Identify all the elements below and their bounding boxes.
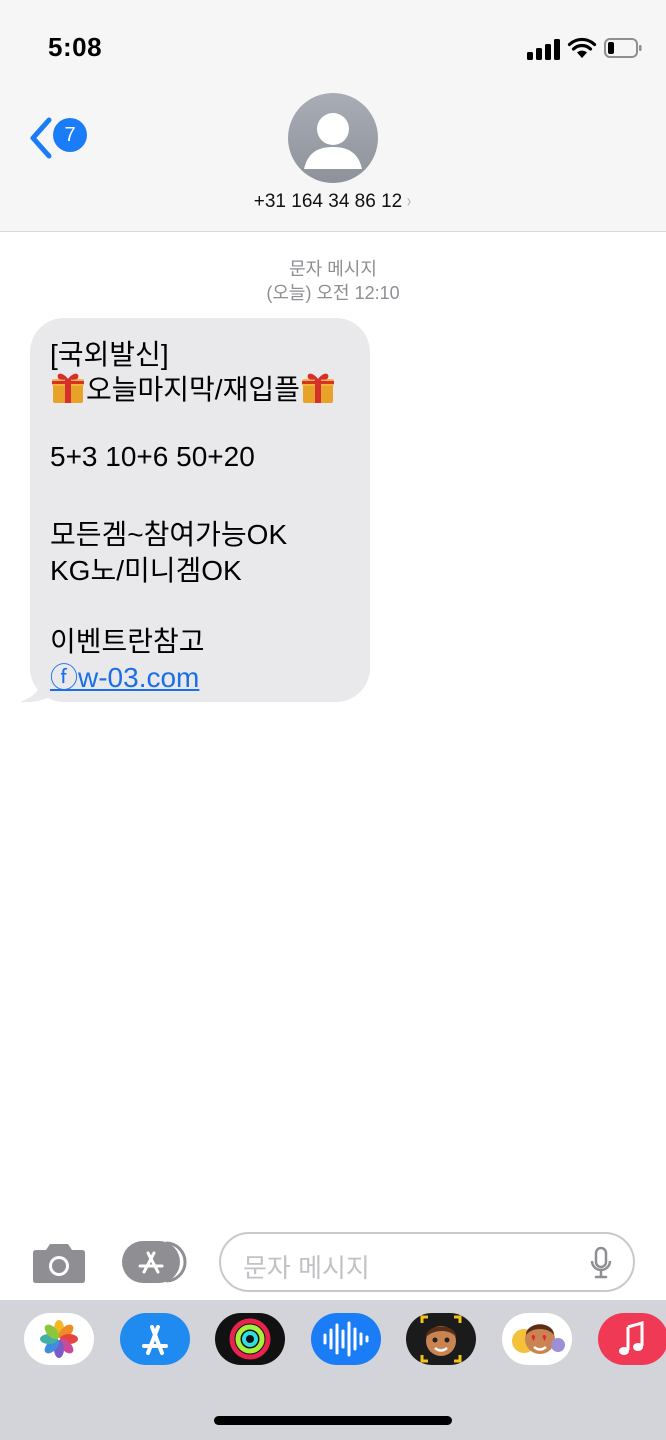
message-input[interactable]: 문자 메시지: [219, 1232, 635, 1292]
message-line: KG노/미니겜OK: [50, 555, 242, 586]
message-timestamp: (오늘) 오전 12:10: [266, 283, 400, 303]
back-button[interactable]: 7: [26, 112, 96, 164]
chevron-left-icon: [30, 117, 52, 159]
contact-avatar[interactable]: [288, 93, 378, 183]
unread-count-badge: 7: [53, 118, 87, 152]
gift-emoji-icon: [301, 373, 334, 403]
message-kind-label: 문자 메시지: [289, 259, 377, 279]
message-line: 5+3 10+6 50+20: [50, 441, 255, 472]
message-line-text: 오늘마지막/재입플: [86, 374, 300, 405]
music-icon[interactable]: [598, 1313, 666, 1365]
message-line: 이벤트란참고: [50, 626, 205, 657]
message-line: [국외발신]: [50, 339, 169, 370]
memoji-stickers-icon[interactable]: [502, 1313, 572, 1365]
app-store-icon[interactable]: [120, 1313, 190, 1365]
microphone-icon[interactable]: [589, 1246, 613, 1280]
wifi-icon: [567, 37, 597, 58]
memoji-icon[interactable]: [406, 1313, 476, 1365]
message-input-placeholder: 문자 메시지: [243, 1253, 370, 1283]
camera-icon[interactable]: [32, 1240, 86, 1284]
voice-memo-icon[interactable]: [311, 1313, 381, 1365]
contact-number: +31 164 34 86 12: [253, 191, 403, 212]
status-time: 5:08: [48, 32, 103, 62]
message-line: 오늘마지막/재입플: [50, 368, 336, 408]
message-line: 모든겜~참여가능OK: [50, 519, 288, 550]
message-link[interactable]: ⓕw-03.com: [50, 656, 199, 696]
activity-icon[interactable]: [215, 1313, 285, 1365]
battery-icon: [604, 38, 642, 58]
cellular-signal-icon: [527, 38, 561, 60]
photos-icon[interactable]: [24, 1313, 94, 1365]
person-icon: [304, 113, 362, 169]
contact-name-button[interactable]: +31 164 34 86 12 ›: [0, 191, 666, 213]
gift-emoji-icon: [52, 373, 84, 403]
app-store-button[interactable]: [122, 1241, 188, 1283]
chevron-right-icon: ›: [407, 191, 412, 211]
home-indicator[interactable]: [214, 1416, 452, 1425]
